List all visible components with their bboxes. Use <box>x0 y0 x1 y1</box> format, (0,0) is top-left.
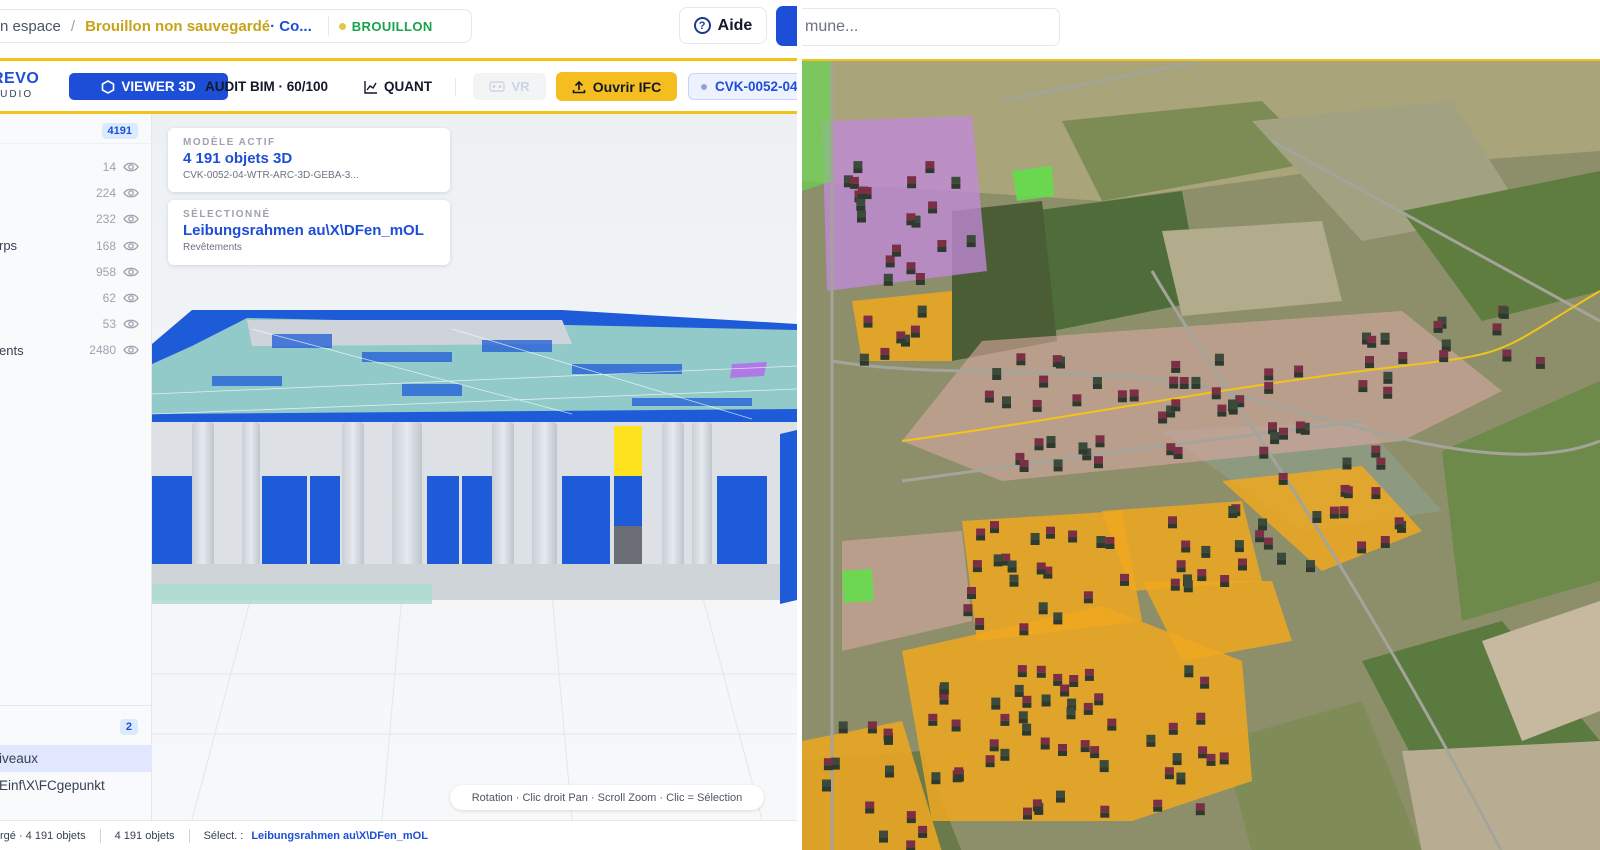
status-object-count: 4 191 objets <box>114 829 175 842</box>
help-label: Aide <box>717 16 753 34</box>
status-badge-label: BROUILLON <box>351 18 433 34</box>
tab-viewer-label: VIEWER 3D <box>121 79 196 94</box>
violet-element <box>730 362 767 378</box>
category-row[interactable]: 232 <box>0 206 152 232</box>
category-row[interactable]: 224 <box>0 180 152 206</box>
model-code-chip[interactable]: CVK-0052-04 <box>688 73 797 100</box>
category-count: 958 <box>95 264 116 279</box>
status-divider <box>99 828 101 843</box>
chart-line-icon <box>364 80 377 94</box>
eye-icon[interactable] <box>123 317 139 331</box>
category-count: 2480 <box>89 343 116 358</box>
category-row[interactable]: 62 <box>0 285 152 311</box>
object-tree-sidebar: 4191 14 224 232 rps 168 958 62 53 ents 2480 2 ive… <box>0 114 152 820</box>
levels-header: 2 <box>0 705 152 745</box>
category-row[interactable]: 14 <box>0 154 152 180</box>
3d-viewport[interactable]: MODÈLE ACTIF 4 191 objets 3D CVK-0052-04… <box>152 114 797 820</box>
category-name: ents <box>0 342 24 358</box>
category-row[interactable]: rps 168 <box>0 233 152 259</box>
active-model-file: CVK-0052-04-WTR-ARC-3D-GEBA-3... <box>183 170 359 181</box>
help-button[interactable]: ? Aide <box>679 7 767 44</box>
breadcrumb-divider <box>327 16 329 36</box>
status-divider <box>188 828 190 843</box>
top-header: n espace / Brouillon non sauvegardé · Co… <box>0 0 797 58</box>
status-selection-value[interactable]: Leibungsrahmen au\X\DFen_mOL <box>251 830 428 842</box>
selected-label: SÉLECTIONNÉ <box>183 209 271 220</box>
tab-audit-bim[interactable]: AUDIT BIM · 60/100 <box>205 73 328 100</box>
cube-icon <box>102 79 115 94</box>
level-item-label: iveaux <box>0 751 39 766</box>
status-badge: BROUILLON <box>338 18 433 34</box>
selected-object-card: SÉLECTIONNÉ Leibungsrahmen au\X\DFen_mOL… <box>168 200 450 265</box>
breadcrumb: n espace / Brouillon non sauvegardé · Co… <box>0 9 472 43</box>
toolbar-divider <box>455 78 456 96</box>
door-panel <box>614 526 642 564</box>
eye-icon[interactable] <box>123 343 139 357</box>
logo-main-text: REVO <box>0 70 40 87</box>
category-count: 53 <box>102 317 116 332</box>
level-item[interactable]: iveaux <box>0 745 152 772</box>
main-toolbar: REVO TUDIO VIEWER 3D AUDIT BIM · 60/100 … <box>0 58 797 114</box>
category-count: 224 <box>95 186 116 201</box>
level-item-label: Einf\X\FCgepunkt <box>0 778 105 793</box>
eye-icon[interactable] <box>123 265 139 279</box>
open-ifc-label: Ouvrir IFC <box>592 78 662 95</box>
breadcrumb-draft-title[interactable]: Brouillon non sauvegardé <box>85 18 270 35</box>
breadcrumb-workspace[interactable]: n espace <box>0 18 61 35</box>
zone-purple <box>822 116 987 291</box>
sidebar-header: 4191 <box>0 114 152 144</box>
eye-icon[interactable] <box>123 186 139 200</box>
active-model-label: MODÈLE ACTIF <box>183 137 276 148</box>
levels-count-badge: 2 <box>119 719 138 735</box>
tab-vr[interactable]: VR <box>473 73 546 100</box>
category-name: rps <box>0 238 18 254</box>
category-count: 232 <box>95 212 116 227</box>
ground-slab <box>152 584 432 604</box>
open-ifc-button[interactable]: Ouvrir IFC <box>556 72 677 101</box>
level-item[interactable]: Einf\X\FCgepunkt <box>0 772 152 799</box>
status-selection-label: Sélect. : <box>203 829 244 842</box>
eye-icon[interactable] <box>123 160 139 174</box>
eye-icon[interactable] <box>123 212 139 226</box>
total-count-badge: 4191 <box>101 123 138 139</box>
tab-quant-label: QUANT <box>384 79 432 94</box>
breadcrumb-separator: / <box>70 17 76 35</box>
controls-hint: Rotation · Clic droit Pan · Scroll Zoom … <box>450 785 764 810</box>
upload-icon <box>572 80 586 93</box>
app-logo: REVO TUDIO <box>0 71 39 100</box>
selected-title: Leibungsrahmen au\X\DFen_mOL <box>183 222 424 239</box>
breadcrumb-project[interactable]: · Co... <box>270 18 312 35</box>
category-row[interactable]: ents 2480 <box>0 337 152 363</box>
primary-action-button-edge[interactable] <box>776 6 797 46</box>
question-icon: ? <box>693 17 711 34</box>
eye-icon[interactable] <box>123 239 139 253</box>
category-row[interactable]: 958 <box>0 259 152 285</box>
side-wall <box>780 430 797 604</box>
category-count: 62 <box>102 291 116 305</box>
active-model-title: 4 191 objets 3D <box>183 150 293 167</box>
active-model-card: MODÈLE ACTIF 4 191 objets 3D CVK-0052-04… <box>168 128 450 192</box>
status-bar: rgé · 4 191 objets 4 191 objets Sélect. … <box>0 820 797 850</box>
selected-element-highlight[interactable] <box>614 426 642 476</box>
commune-search-input[interactable]: mune... <box>802 8 1060 46</box>
3d-terrain-map[interactable] <box>802 59 1600 850</box>
model-code-label: CVK-0052-04 <box>715 79 797 94</box>
app-root: n espace / Brouillon non sauvegardé · Co… <box>0 0 1600 850</box>
tab-vr-label: VR <box>511 79 530 94</box>
chip-dot-icon <box>701 83 707 90</box>
category-row[interactable]: 53 <box>0 311 152 337</box>
status-dot-icon <box>338 22 346 30</box>
selected-category: Revêtements <box>183 242 242 253</box>
eye-icon[interactable] <box>123 291 139 305</box>
vr-headset-icon <box>489 81 506 92</box>
logo-sub-text: TUDIO <box>0 89 34 100</box>
map-window: mune... <box>802 0 1600 850</box>
aerial-terrain-render[interactable] <box>802 59 1600 850</box>
bim-viewer-window: n espace / Brouillon non sauvegardé · Co… <box>0 0 797 850</box>
category-count: 14 <box>102 160 116 174</box>
category-count: 168 <box>95 238 116 253</box>
status-summary: rgé · 4 191 objets <box>0 829 86 842</box>
tab-quant[interactable]: QUANT <box>364 73 432 100</box>
